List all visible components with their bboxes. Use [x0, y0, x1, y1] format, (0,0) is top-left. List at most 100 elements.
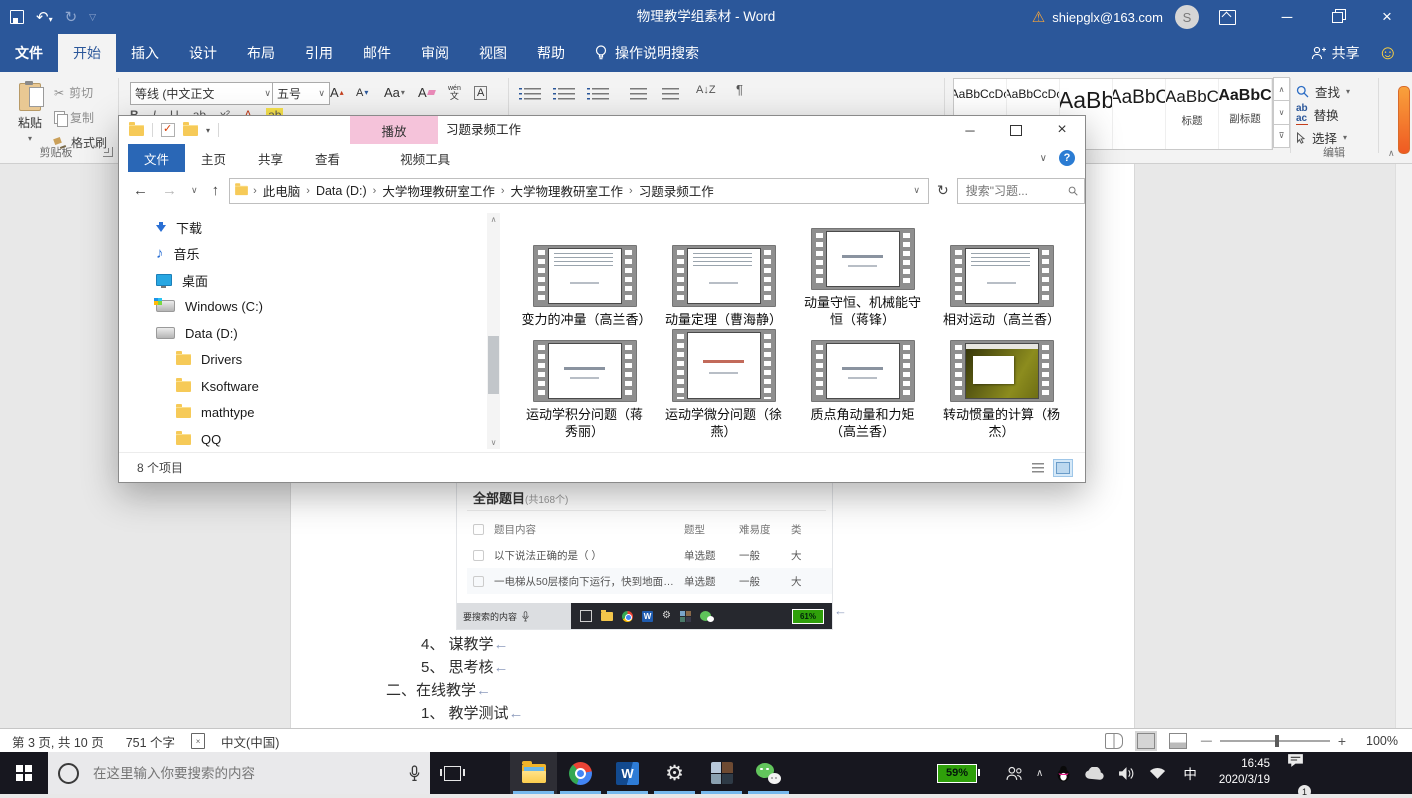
clear-format-button[interactable]: A	[418, 82, 435, 103]
file-item[interactable]: 动量守恒、机械能守恒（蒋锋）	[793, 217, 932, 329]
tab-layout[interactable]: 布局	[232, 34, 290, 72]
file-item[interactable]: 相对运动（高兰香）	[932, 217, 1071, 329]
style-item[interactable]: AaBbC	[1113, 79, 1166, 149]
taskbar-chrome[interactable]	[557, 752, 604, 794]
close-button[interactable]: ×	[1362, 0, 1412, 34]
expand-ribbon-icon[interactable]: ∨	[1040, 153, 1047, 164]
clipboard-dialog-launcher[interactable]	[103, 147, 113, 157]
folder-icon[interactable]	[129, 125, 144, 136]
task-view-button[interactable]	[430, 752, 474, 794]
action-center-button[interactable]: 1	[1286, 752, 1305, 794]
collapse-ribbon-icon[interactable]: ∧	[1388, 148, 1395, 159]
crumb-this-pc[interactable]: 此电脑	[261, 181, 303, 200]
avatar[interactable]: S	[1175, 5, 1199, 29]
explorer-tab-video-tools[interactable]: 视频工具	[384, 144, 466, 172]
font-name-combo[interactable]: 等线 (中文正文∨	[130, 82, 276, 105]
grow-font-button[interactable]: A▴	[330, 82, 344, 103]
ribbon-display-options-icon[interactable]	[1219, 10, 1236, 25]
qq-icon[interactable]	[1056, 765, 1071, 782]
decrease-indent-icon[interactable]	[630, 88, 647, 101]
share-button[interactable]: 共享	[1311, 43, 1360, 63]
shrink-font-button[interactable]: A▾	[356, 82, 368, 103]
explorer-tab-share[interactable]: 共享	[242, 144, 299, 172]
taskbar-settings[interactable]: ⚙	[651, 752, 698, 794]
multilevel-list-icon[interactable]	[592, 88, 609, 101]
bullet-list-icon[interactable]	[524, 88, 541, 101]
up-icon[interactable]: ↑	[212, 182, 220, 199]
customize-qat-icon[interactable]: ▽	[89, 12, 96, 23]
back-icon[interactable]: ←	[133, 182, 148, 199]
pinyin-guide-button[interactable]: wén文	[448, 82, 461, 103]
tab-review[interactable]: 审阅	[406, 34, 464, 72]
paragraph-mark-icon[interactable]: ¶	[736, 82, 743, 97]
zoom-out-button[interactable]: —	[1201, 735, 1212, 747]
increase-indent-icon[interactable]	[662, 88, 679, 101]
numbered-list-icon[interactable]	[558, 88, 575, 101]
crumb-data-d[interactable]: Data (D:)	[314, 184, 369, 198]
styles-more-icon[interactable]: ⊽	[1273, 124, 1290, 148]
people-icon[interactable]	[1005, 766, 1023, 781]
sidebar-item-qq[interactable]: QQ	[119, 426, 487, 452]
file-item[interactable]: 转动惯量的计算（杨杰）	[932, 329, 1071, 441]
file-item[interactable]: 变力的冲量（高兰香）	[515, 217, 654, 329]
sidebar-item-music[interactable]: ♪音乐	[119, 240, 487, 266]
web-layout-icon[interactable]	[1169, 733, 1187, 749]
file-item[interactable]: 运动学微分问题（徐燕）	[654, 329, 793, 441]
styles-down-icon[interactable]: ∨	[1273, 100, 1290, 124]
tray-expand-icon[interactable]: ∧	[1036, 768, 1043, 779]
tab-help[interactable]: 帮助	[522, 34, 580, 72]
sidebar-item-drive-d[interactable]: Data (D:)	[119, 320, 487, 346]
tab-design[interactable]: 设计	[174, 34, 232, 72]
language-indicator[interactable]: 中文(中国)	[221, 732, 279, 751]
undo-icon[interactable]: ↶▾	[36, 8, 53, 26]
crumb-current[interactable]: 习题录频工作	[637, 181, 716, 200]
start-button[interactable]	[0, 752, 48, 794]
recent-locations-icon[interactable]: ∨	[191, 185, 198, 196]
tab-mailings[interactable]: 邮件	[348, 34, 406, 72]
tab-home[interactable]: 开始	[58, 34, 116, 72]
tab-references[interactable]: 引用	[290, 34, 348, 72]
explorer-tab-home[interactable]: 主页	[185, 144, 242, 172]
mic-icon[interactable]	[409, 765, 420, 782]
onedrive-icon[interactable]	[1084, 767, 1105, 780]
help-icon[interactable]: ?	[1059, 150, 1075, 166]
scroll-up-icon[interactable]: ∧	[487, 215, 500, 224]
font-size-combo[interactable]: 五号∨	[272, 82, 330, 105]
explorer-maximize-button[interactable]	[993, 116, 1039, 144]
taskbar-explorer[interactable]	[510, 752, 557, 794]
sidebar-item-drivers[interactable]: Drivers	[119, 346, 487, 372]
explorer-search-box[interactable]	[957, 178, 1085, 204]
taskbar-photos[interactable]	[698, 752, 745, 794]
paste-button[interactable]: 粘贴 ▾	[8, 77, 52, 149]
scroll-down-icon[interactable]: ∨	[487, 438, 500, 447]
file-item[interactable]: 运动学积分问题（蒋秀丽）	[515, 329, 654, 441]
sidebar-item-mathtype[interactable]: mathtype	[119, 399, 487, 425]
document-vertical-scrollbar[interactable]	[1395, 163, 1412, 728]
sidebar-item-ksoftware[interactable]: Ksoftware	[119, 373, 487, 399]
zoom-level[interactable]: 100%	[1360, 734, 1398, 748]
save-icon[interactable]	[10, 10, 24, 24]
find-button[interactable]: 查找▾	[1296, 80, 1372, 103]
sidebar-item-downloads[interactable]: 下载	[119, 214, 487, 240]
change-case-button[interactable]: Aa▾	[384, 82, 405, 103]
folder-icon[interactable]	[183, 125, 198, 136]
explorer-minimize-button[interactable]: ─	[947, 116, 993, 144]
thumbnails-view-icon[interactable]	[1053, 459, 1073, 477]
sidebar-item-desktop[interactable]: 桌面	[119, 267, 487, 293]
taskbar-search-input[interactable]	[91, 765, 397, 782]
forward-icon[interactable]: →	[162, 182, 177, 199]
char-border-button[interactable]: A	[474, 82, 487, 103]
word-count[interactable]: 751 个字	[126, 732, 175, 751]
battery-widget[interactable]: 59%	[937, 752, 977, 794]
crumb-folder[interactable]: 大学物理教研室工作	[380, 181, 497, 200]
embedded-screenshot[interactable]: 全部题目(共168个) 题目内容 题型 难易度 类 以下说法正确的是（ ） 单选…	[456, 463, 833, 630]
styles-up-icon[interactable]: ∧	[1273, 77, 1290, 101]
cut-button[interactable]: ✂剪切	[54, 84, 93, 101]
checkbox-icon[interactable]	[161, 123, 175, 137]
clock[interactable]: 16:45 2020/3/19	[1219, 757, 1270, 788]
zoom-in-button[interactable]: +	[1338, 733, 1346, 749]
tab-file[interactable]: 文件	[0, 34, 58, 72]
print-layout-icon[interactable]	[1137, 733, 1155, 749]
zoom-slider[interactable]	[1220, 740, 1330, 742]
proofing-icon[interactable]: ×	[191, 733, 205, 749]
